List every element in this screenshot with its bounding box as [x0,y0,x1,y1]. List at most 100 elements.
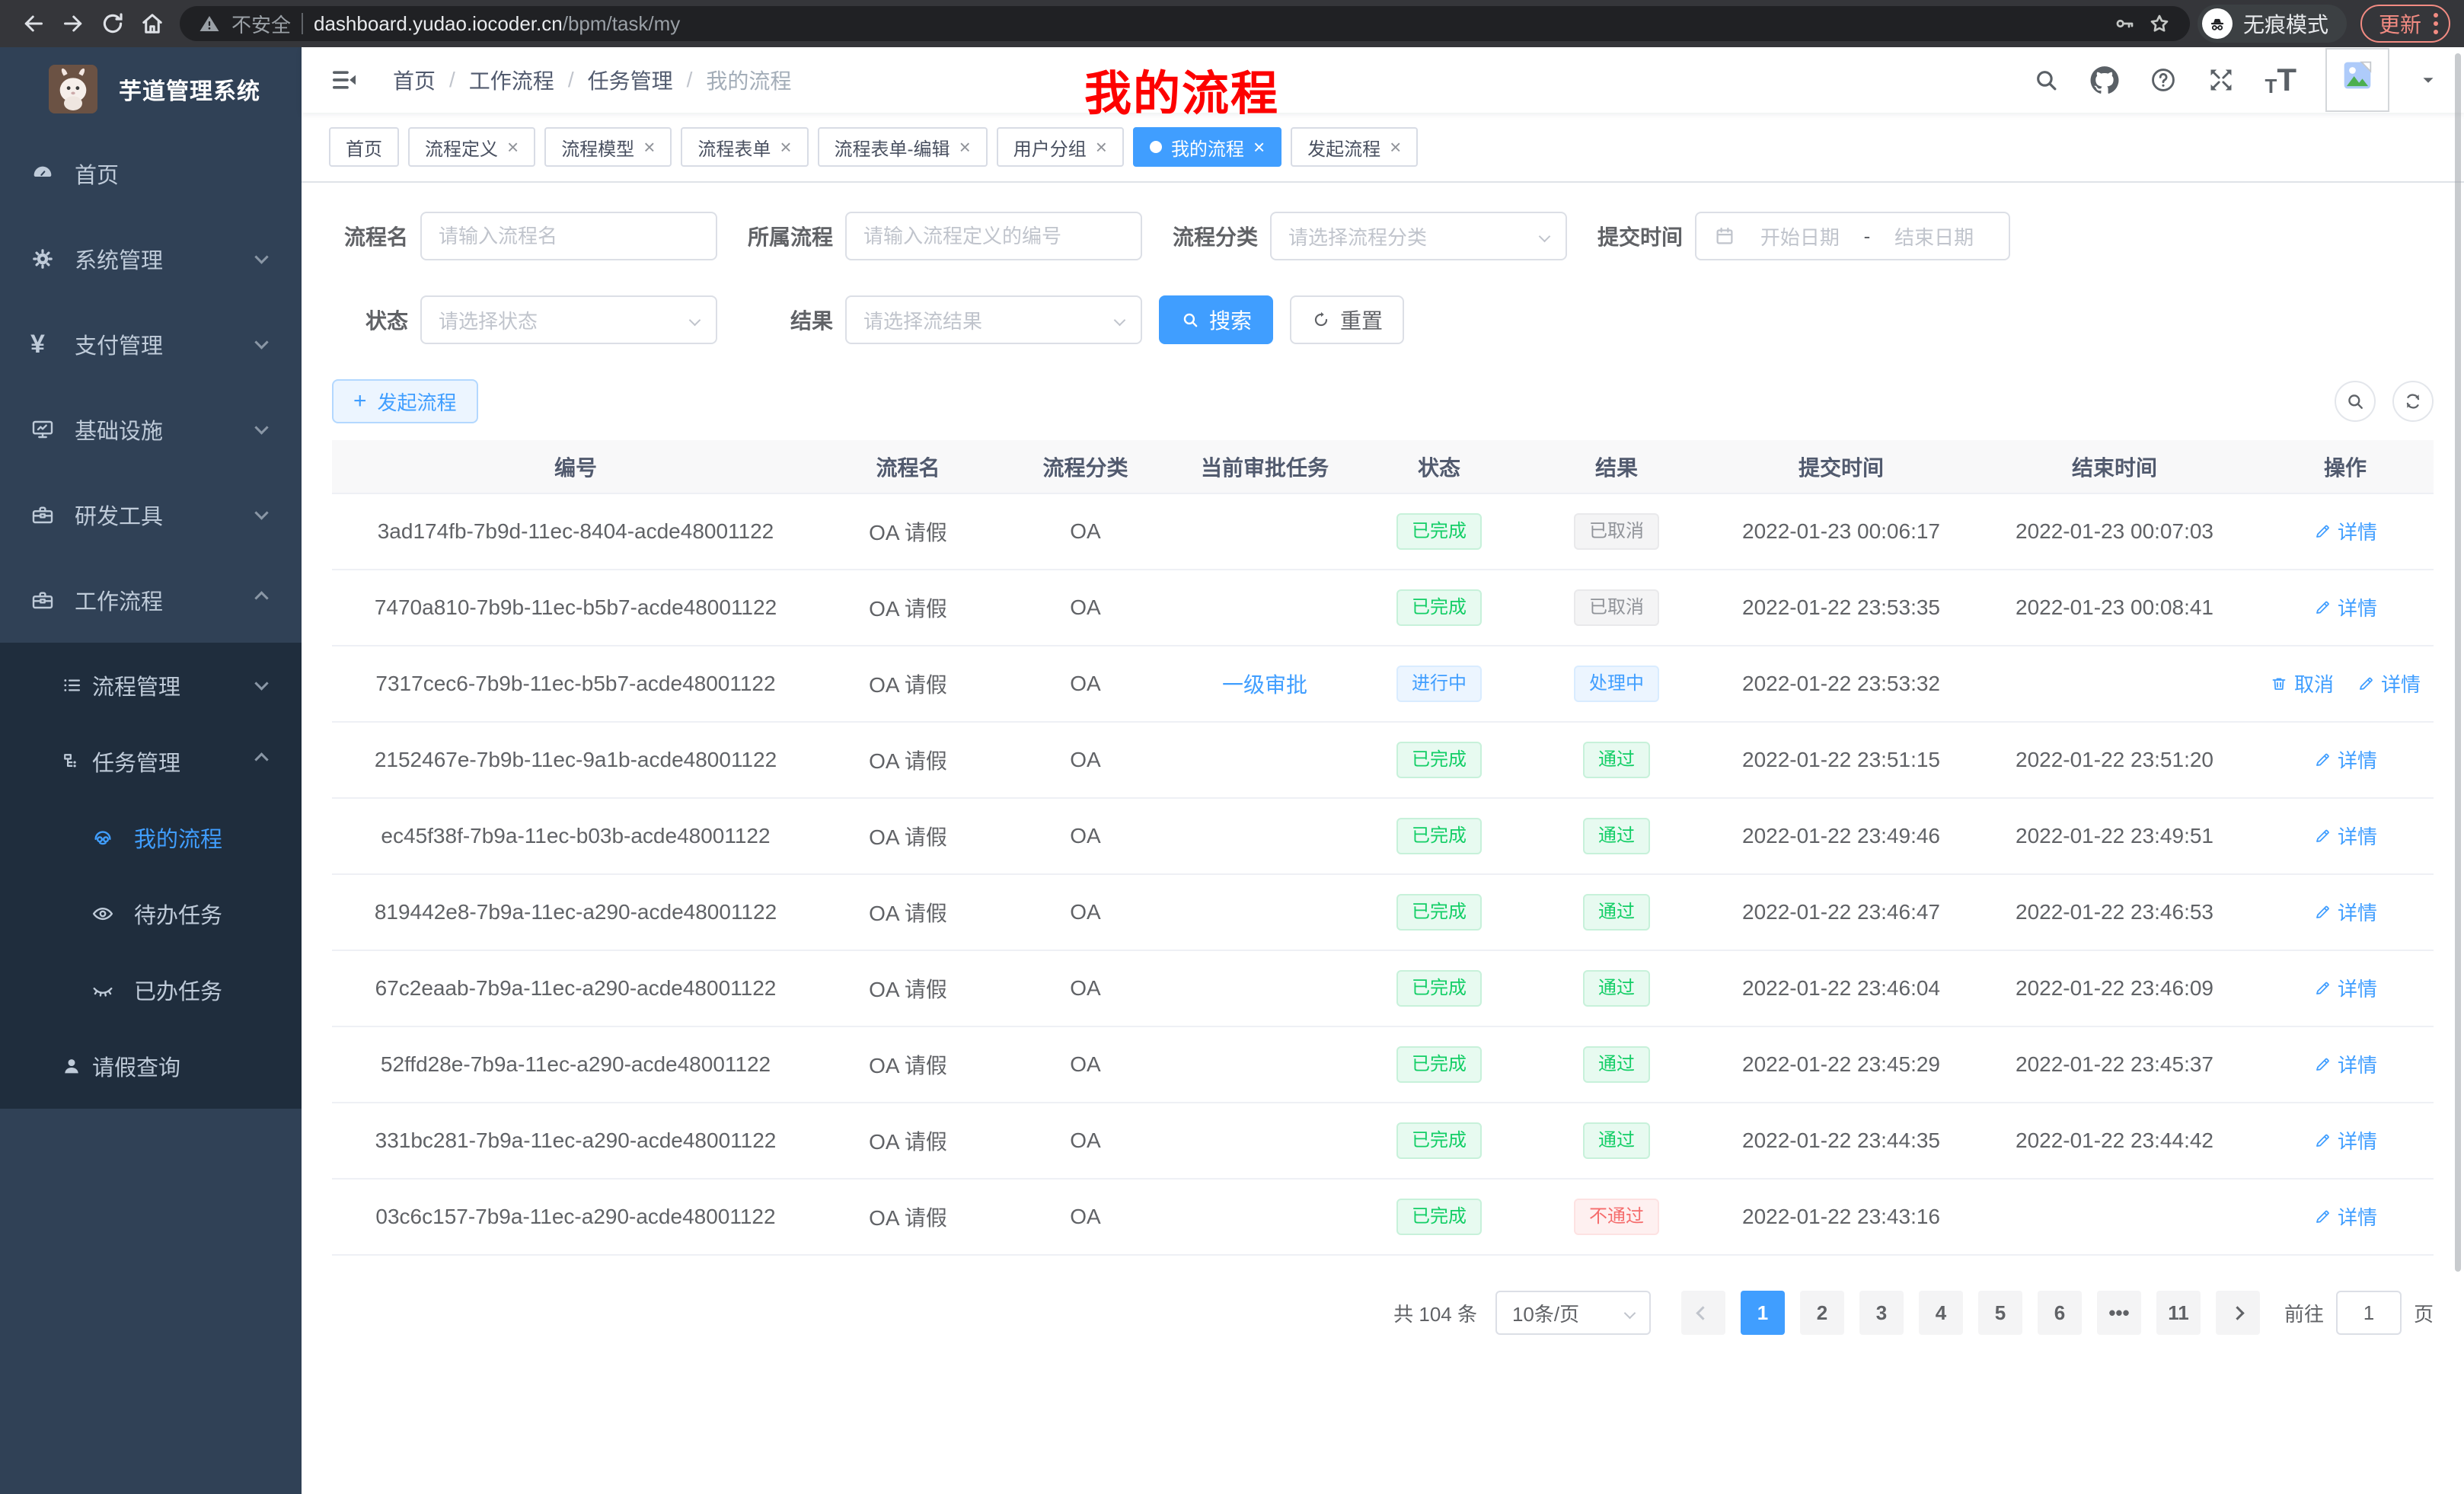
detail-link[interactable]: 详情 [2313,745,2377,774]
search-button[interactable]: 搜索 [1159,295,1273,344]
sidebar-item-done-tasks[interactable]: 已办任务 [0,952,302,1028]
browser-reload-button[interactable] [93,4,132,43]
cell-name: OA 请假 [819,874,997,950]
detail-link[interactable]: 详情 [2313,593,2377,621]
page-button-11[interactable]: 11 [2156,1291,2201,1335]
sidebar-item-todo-tasks[interactable]: 待办任务 [0,876,302,952]
submit-time-range-picker[interactable]: 开始日期 - 结束日期 [1695,212,2010,260]
close-icon[interactable]: × [1096,137,1107,157]
prev-page-button[interactable] [1681,1291,1725,1335]
browser-update-button[interactable]: 更新 [2360,5,2450,43]
tab-label: 发起流程 [1307,134,1380,161]
detail-link[interactable]: 详情 [2357,669,2421,698]
bookmark-star-icon[interactable] [2147,11,2172,36]
sidebar-item-home[interactable]: 首页 [0,131,302,216]
refresh-table-button[interactable] [2392,381,2434,422]
sidebar-collapse-button[interactable] [329,65,359,95]
github-link[interactable] [2089,65,2120,95]
sidebar-item-leave-query[interactable]: 请假查询 [0,1028,302,1104]
detail-link[interactable]: 详情 [2313,898,2377,926]
detail-link[interactable]: 详情 [2313,822,2377,850]
sidebar-item-system[interactable]: 系统管理 [0,216,302,302]
page-size-select[interactable]: 10条/页 [1495,1291,1651,1335]
process-def-input[interactable] [863,225,1124,248]
security-label[interactable]: 不安全 [231,10,291,38]
process-name-input[interactable] [439,225,699,248]
tab-process-form-edit[interactable]: 流程表单-编辑× [818,127,988,167]
sidebar-item-label: 工作流程 [75,584,163,616]
close-icon[interactable]: × [780,137,791,157]
fullscreen-button[interactable] [2207,65,2236,94]
password-key-icon[interactable] [2112,11,2137,36]
scrollbar[interactable] [2455,53,2462,1272]
browser-home-button[interactable] [132,4,172,43]
sidebar-item-task-management[interactable]: 任务管理 [0,723,302,800]
next-page-button[interactable] [2216,1291,2260,1335]
close-icon[interactable]: × [1253,137,1265,157]
detail-link[interactable]: 详情 [2313,517,2377,545]
cell-submit-time: 2022-01-22 23:43:16 [1710,1179,1972,1255]
browser-forward-button[interactable] [53,4,93,43]
tab-start-process[interactable]: 发起流程 × [1291,127,1418,167]
page-button-1[interactable]: 1 [1741,1291,1785,1335]
search-icon [2032,65,2060,94]
sidebar-item-payment[interactable]: ¥ 支付管理 [0,302,302,387]
tab-process-definition[interactable]: 流程定义× [408,127,535,167]
browser-back-button[interactable] [14,4,53,43]
page-button-4[interactable]: 4 [1919,1291,1963,1335]
result-select[interactable]: 请选择流结果 [845,295,1142,344]
show-search-button[interactable] [2335,381,2376,422]
sidebar-item-devtools[interactable]: 研发工具 [0,472,302,557]
process-name-field[interactable] [420,212,717,260]
sidebar-item-process-management[interactable]: 流程管理 [0,647,302,723]
close-icon[interactable]: × [959,137,971,157]
jump-page-input[interactable] [2336,1291,2402,1335]
detail-link[interactable]: 详情 [2313,1202,2377,1231]
breadcrumb-home[interactable]: 首页 [393,65,436,95]
tab-process-form[interactable]: 流程表单× [681,127,808,167]
page-button-6[interactable]: 6 [2038,1291,2082,1335]
help-button[interactable] [2149,65,2178,94]
close-icon[interactable]: × [643,137,655,157]
sidebar-item-workflow[interactable]: 工作流程 [0,557,302,643]
tab-home[interactable]: 首页 [329,127,399,167]
page-button-3[interactable]: 3 [1859,1291,1904,1335]
sidebar-item-my-process[interactable]: 我的流程 [0,800,302,876]
filter-row-1: 流程名 所属流程 流程分类 请选择流程分类 提交时间 开始日期 - 结束日期 [332,212,2434,260]
sidebar-item-infra[interactable]: 基础设施 [0,387,302,472]
start-date-placeholder[interactable]: 开始日期 [1742,222,1858,251]
current-task-link[interactable]: 一级审批 [1222,669,1307,699]
app-logo-image [49,65,97,113]
end-date-placeholder[interactable]: 结束日期 [1876,222,1992,251]
detail-link[interactable]: 详情 [2313,1126,2377,1154]
page-button-2[interactable]: 2 [1800,1291,1844,1335]
caret-down-icon[interactable] [2418,70,2438,90]
app-logo[interactable]: 芋道管理系统 [0,47,302,131]
scrollbar-thumb[interactable] [2455,53,2461,1272]
breadcrumb-task-management[interactable]: 任务管理 [588,65,673,95]
close-icon[interactable]: × [1390,137,1401,157]
tab-my-process[interactable]: 我的流程× [1133,127,1281,167]
status-select[interactable]: 请选择状态 [420,295,717,344]
detail-link[interactable]: 详情 [2313,974,2377,1002]
avatar[interactable] [2325,48,2389,112]
submit-time-label: 提交时间 [1584,221,1683,251]
process-def-field[interactable] [845,212,1142,260]
category-select[interactable]: 请选择流程分类 [1270,212,1567,260]
create-process-button[interactable]: + 发起流程 [332,379,478,423]
font-size-button[interactable]: TT [2265,64,2296,96]
cell-result: 已取消 [1523,570,1710,646]
tab-process-model[interactable]: 流程模型× [544,127,672,167]
tab-user-group[interactable]: 用户分组× [997,127,1124,167]
address-bar[interactable]: 不安全 dashboard.yudao.iocoder.cn/bpm/task/… [180,6,2190,41]
breadcrumb-workflow[interactable]: 工作流程 [469,65,554,95]
header-search-button[interactable] [2032,65,2060,94]
detail-link[interactable]: 详情 [2313,1050,2377,1078]
more-pages-button[interactable]: ••• [2097,1291,2141,1335]
cell-category: OA [997,1026,1174,1103]
page-button-5[interactable]: 5 [1978,1291,2022,1335]
browser-menu-icon[interactable] [2434,13,2438,34]
reset-button[interactable]: 重置 [1290,295,1404,344]
close-icon[interactable]: × [507,137,519,157]
cancel-link[interactable]: 取消 [2270,669,2334,698]
